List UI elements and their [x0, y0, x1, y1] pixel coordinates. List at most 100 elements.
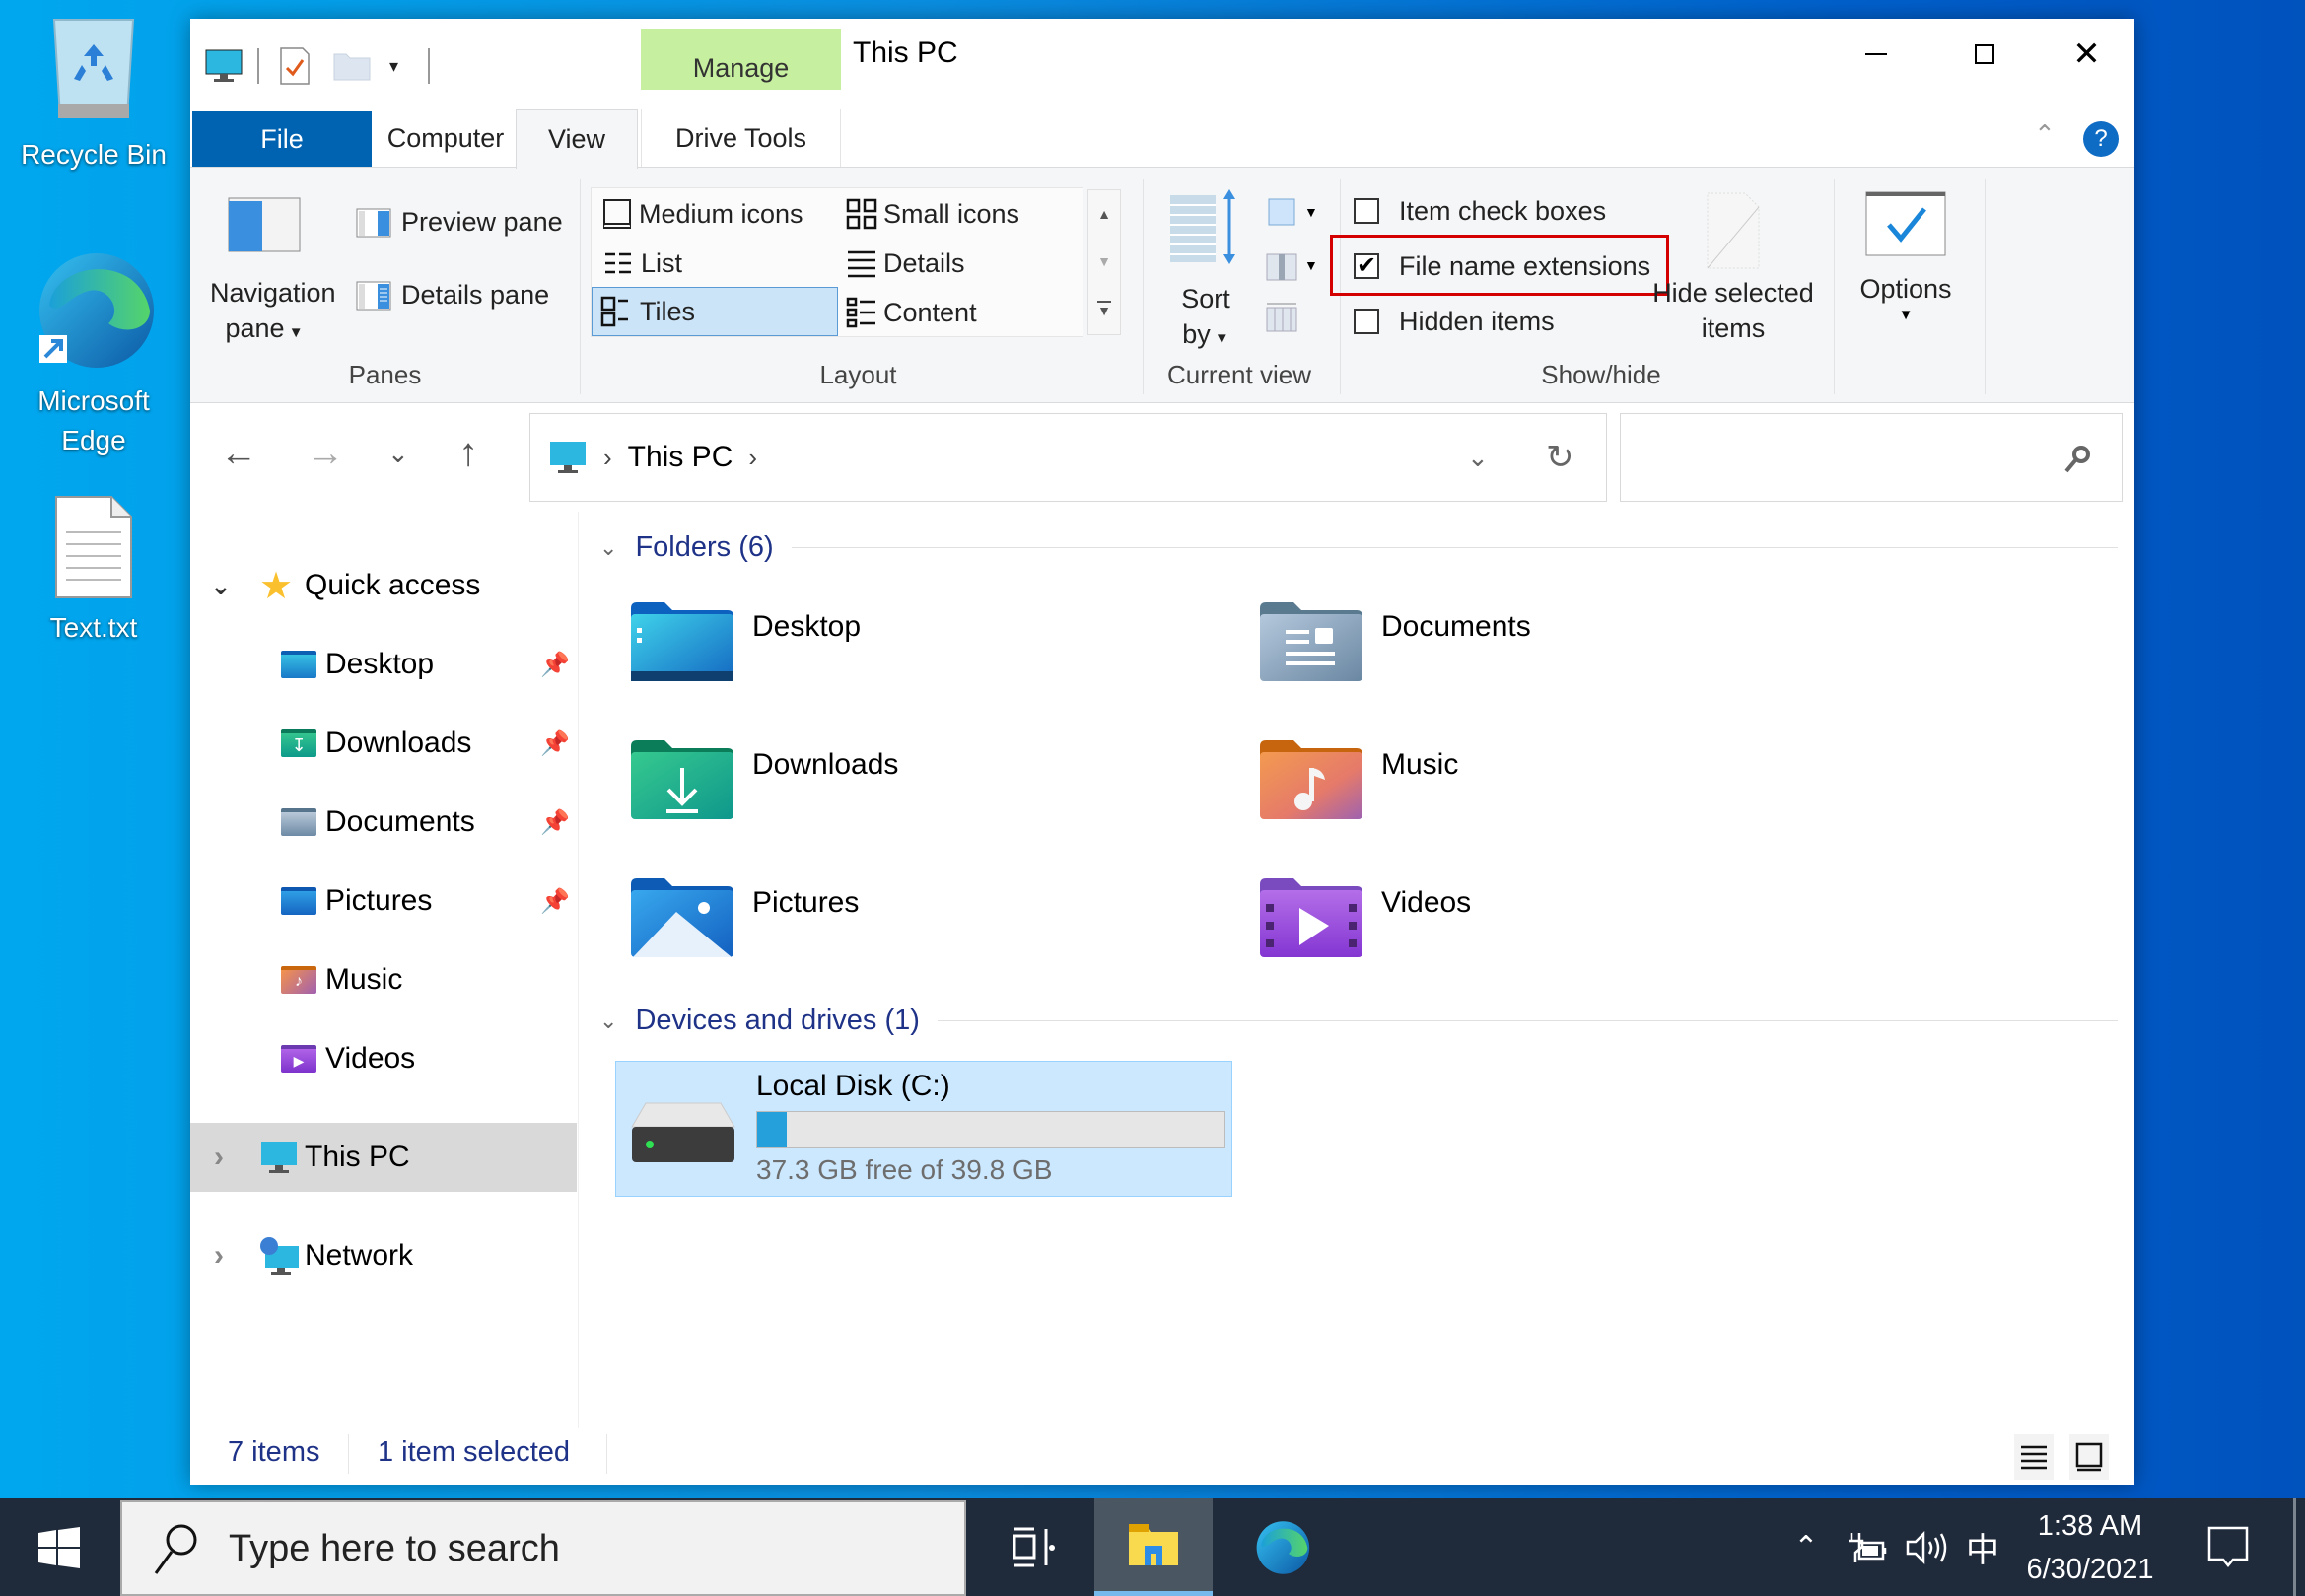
clock[interactable]: 1:38 AM 6/30/2021	[2011, 1498, 2169, 1596]
breadcrumb-separator-icon[interactable]: ›	[603, 443, 612, 473]
start-button[interactable]	[0, 1498, 118, 1596]
item-check-boxes-toggle[interactable]: Item check boxes	[1354, 191, 1606, 231]
input-method-indicator[interactable]: 中	[1958, 1498, 2007, 1596]
chevron-down-icon[interactable]: ⌄	[210, 571, 232, 601]
collapse-ribbon-button[interactable]: ⌃	[2034, 119, 2056, 150]
navigation-pane-icon	[228, 197, 301, 252]
hidden-items-checkbox[interactable]	[1354, 309, 1379, 334]
expand-gallery-icon[interactable]: ▼	[1097, 301, 1111, 318]
nav-quick-access[interactable]: ⌄ ★ Quick access	[190, 551, 577, 620]
search-box[interactable]	[1620, 413, 2123, 502]
layout-details[interactable]: Details	[840, 240, 1077, 287]
selection-count: 1 item selected	[378, 1436, 571, 1468]
details-view-button[interactable]	[2014, 1434, 2054, 1480]
desktop-icon-text-file[interactable]: Text.txt	[0, 493, 187, 648]
preview-pane-button[interactable]: Preview pane	[356, 207, 563, 238]
layout-list[interactable]: List	[595, 240, 837, 287]
nav-downloads[interactable]: ↧ Downloads 📌	[190, 709, 577, 778]
pin-icon[interactable]: 📌	[540, 651, 570, 679]
pin-icon[interactable]: 📌	[540, 729, 570, 758]
hidden-items-toggle[interactable]: Hidden items	[1354, 302, 1555, 341]
task-view-button[interactable]	[986, 1498, 1084, 1596]
tab-file[interactable]: File	[192, 111, 372, 167]
layout-medium-icons[interactable]: Medium icons	[595, 190, 837, 238]
group-label-panes: Panes	[348, 360, 422, 389]
new-folder-icon[interactable]	[332, 50, 372, 82]
help-button[interactable]: ?	[2083, 121, 2119, 157]
breadcrumb-this-pc[interactable]: This PC	[628, 441, 733, 474]
properties-icon[interactable]	[279, 46, 311, 86]
customize-qat-dropdown[interactable]: ▾	[389, 56, 398, 77]
folder-tile-downloads[interactable]: Downloads	[629, 738, 1181, 847]
chevron-right-icon[interactable]: ›	[214, 1141, 224, 1174]
drive-tile-local-disk-c[interactable]: Local Disk (C:) 37.3 GB free of 39.8 GB	[615, 1061, 1232, 1197]
nav-documents[interactable]: Documents 📌	[190, 788, 577, 857]
search-input[interactable]	[1631, 424, 2045, 491]
action-center-button[interactable]	[2189, 1498, 2268, 1596]
refresh-icon[interactable]: ↻	[1546, 438, 1574, 477]
nav-label: Music	[325, 963, 403, 996]
desktop-icon-edge[interactable]: Microsoft Edge	[0, 246, 187, 460]
navigation-pane-button[interactable]: Navigation pane ▼	[210, 187, 336, 355]
nav-videos[interactable]: ▶ Videos	[190, 1024, 577, 1093]
nav-desktop[interactable]: Desktop 📌	[190, 630, 577, 699]
pin-icon[interactable]: 📌	[540, 808, 570, 837]
folder-tile-music[interactable]: Music	[1258, 738, 1810, 847]
nav-music[interactable]: ♪ Music	[190, 945, 577, 1014]
forward-button[interactable]: →	[307, 433, 344, 475]
folder-tile-desktop[interactable]: Desktop	[629, 600, 1181, 709]
options-button[interactable]: Options ▼	[1847, 191, 1965, 323]
size-columns-button[interactable]	[1265, 300, 1298, 338]
file-name-extensions-toggle[interactable]: ✔ File name extensions	[1354, 246, 1650, 286]
quick-access-toolbar: ▾	[204, 36, 431, 96]
tab-view[interactable]: View	[516, 109, 638, 169]
folders-section-header[interactable]: ⌄ Folders (6)	[599, 531, 2118, 564]
layout-small-icons[interactable]: Small icons	[840, 190, 1077, 238]
item-check-boxes-checkbox[interactable]	[1354, 198, 1379, 224]
close-button[interactable]: ✕	[2039, 19, 2134, 90]
address-dropdown-icon[interactable]: ⌄	[1467, 443, 1489, 473]
large-icons-view-button[interactable]	[2069, 1434, 2109, 1480]
folder-tile-documents[interactable]: Documents	[1258, 600, 1810, 709]
file-name-extensions-checkbox[interactable]: ✔	[1354, 253, 1379, 279]
nav-pictures[interactable]: Pictures 📌	[190, 867, 577, 936]
list-icon	[605, 252, 631, 274]
nav-network[interactable]: › Network	[190, 1221, 577, 1290]
nav-this-pc[interactable]: › This PC	[190, 1123, 577, 1192]
group-by-button[interactable]: ▼	[1265, 195, 1318, 229]
volume-button[interactable]	[1901, 1498, 1954, 1596]
taskbar-edge[interactable]	[1222, 1498, 1341, 1596]
sort-by-button[interactable]: Sort by ▼	[1166, 187, 1245, 355]
drives-section-header[interactable]: ⌄ Devices and drives (1)	[599, 1005, 2118, 1037]
show-desktop-button[interactable]	[2293, 1498, 2296, 1596]
back-button[interactable]: ←	[220, 433, 257, 475]
address-bar[interactable]: › This PC › ⌄ ↻	[529, 413, 1607, 502]
desktop-icon-recycle-bin[interactable]: Recycle Bin	[0, 10, 187, 174]
scroll-up-icon[interactable]: ▲	[1097, 206, 1111, 222]
chevron-right-icon[interactable]: ›	[214, 1239, 224, 1273]
layout-tiles[interactable]: Tiles	[592, 287, 838, 336]
minimize-button[interactable]	[1827, 19, 1925, 90]
taskbar-file-explorer[interactable]	[1094, 1498, 1213, 1596]
scroll-down-icon[interactable]: ▼	[1097, 253, 1111, 269]
recent-locations-button[interactable]: ⌄	[387, 439, 409, 469]
battery-button[interactable]	[1840, 1498, 1895, 1596]
layout-content[interactable]: Content	[840, 289, 1077, 336]
folder-tile-pictures[interactable]: Pictures	[629, 876, 1181, 985]
breadcrumb-separator-icon[interactable]: ›	[748, 443, 757, 473]
computer-icon[interactable]	[204, 48, 244, 84]
hide-selected-items-button[interactable]: Hide selected items	[1649, 191, 1817, 346]
maximize-button[interactable]	[1935, 19, 2034, 90]
folder-tile-videos[interactable]: Videos	[1258, 876, 1810, 985]
details-pane-button[interactable]: Details pane	[356, 280, 549, 311]
tab-drive-tools[interactable]: Drive Tools	[641, 109, 841, 167]
layout-gallery-scroll[interactable]: ▲ ▼ ▼	[1087, 189, 1121, 335]
hard-drive-icon	[631, 1102, 735, 1162]
taskbar-search-box[interactable]: Type here to search	[120, 1500, 966, 1596]
tab-computer[interactable]: Computer	[374, 109, 518, 167]
up-button[interactable]: ↑	[458, 431, 478, 475]
notification-icon	[2207, 1526, 2249, 1567]
pin-icon[interactable]: 📌	[540, 887, 570, 916]
show-hidden-icons-button[interactable]: ⌃	[1780, 1498, 1833, 1596]
add-columns-button[interactable]: ▼	[1265, 248, 1318, 282]
